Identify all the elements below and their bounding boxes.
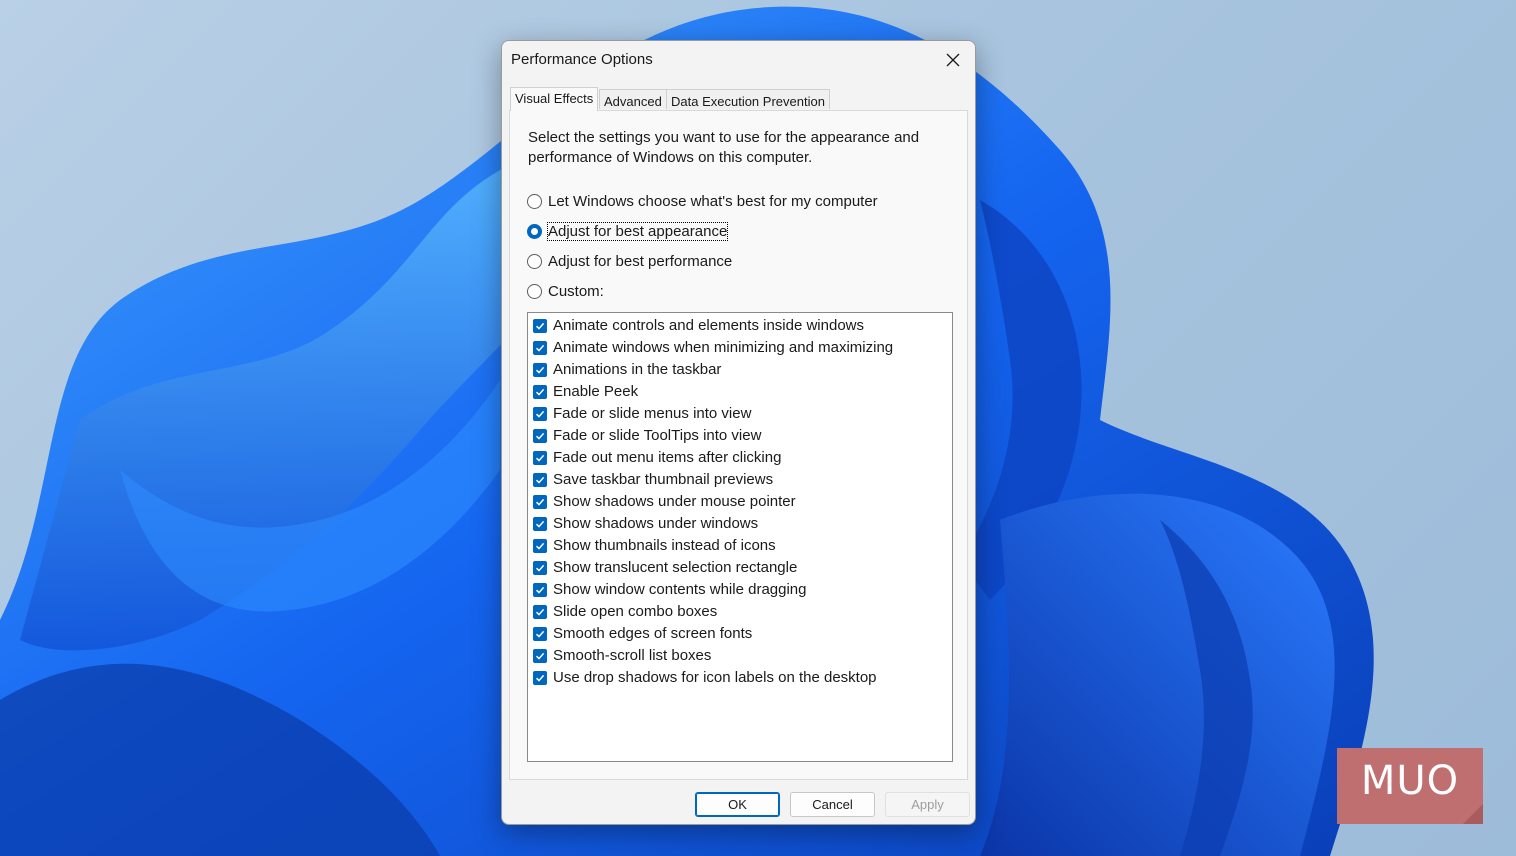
checkbox-label: Show thumbnails instead of icons [553,537,776,554]
checkbox-checked[interactable] [533,385,547,399]
checkbox-label: Animations in the taskbar [553,361,722,378]
checkbox-label: Slide open combo boxes [553,603,718,620]
checkbox-label: Enable Peek [553,383,639,400]
checkbox-checked[interactable] [533,341,547,355]
apply-button[interactable]: Apply [885,792,970,817]
radio-button[interactable] [527,194,542,209]
radio-button[interactable] [527,254,542,269]
description-text: Select the settings you want to use for … [528,129,920,166]
checkbox-checked[interactable] [533,363,547,377]
checkmark-icon [535,388,545,396]
ok-button[interactable]: OK [695,792,780,817]
checkbox-checked[interactable] [533,671,547,685]
list-item[interactable]: Fade or slide menus into view [528,403,952,425]
checkbox-checked[interactable] [533,539,547,553]
list-item[interactable]: Slide open combo boxes [528,601,952,623]
checkbox-checked[interactable] [533,605,547,619]
list-item[interactable]: Smooth edges of screen fonts [528,623,952,645]
close-icon [946,53,960,67]
checkbox-checked[interactable] [533,517,547,531]
list-item[interactable]: Fade or slide ToolTips into view [528,425,952,447]
checkbox-checked[interactable] [533,627,547,641]
tab-data-execution-prevention[interactable]: Data Execution Prevention [666,89,830,109]
radio-button-selected[interactable] [527,224,542,239]
checkbox-label: Show translucent selection rectangle [553,559,798,576]
title-bar[interactable]: Performance Options [502,41,975,79]
checkbox-label: Fade out menu items after clicking [553,449,782,466]
checkbox-label: Show shadows under windows [553,515,759,532]
checkbox-checked[interactable] [533,473,547,487]
list-item[interactable]: Animate windows when minimizing and maxi… [528,337,952,359]
checkbox-checked[interactable] [533,561,547,575]
checkbox-label: Animate controls and elements inside win… [553,317,864,334]
cancel-button[interactable]: Cancel [790,792,875,817]
dialog-title: Performance Options [511,51,653,68]
checkbox-label: Fade or slide ToolTips into view [553,427,762,444]
list-item[interactable]: Show shadows under windows [528,513,952,535]
close-button[interactable] [931,41,975,79]
checkmark-icon [535,498,545,506]
checkmark-icon [535,608,545,616]
list-item[interactable]: Show shadows under mouse pointer [528,491,952,513]
visual-effects-listbox[interactable]: Animate controls and elements inside win… [527,312,953,762]
visual-effects-panel: Select the settings you want to use for … [509,110,968,780]
checkbox-checked[interactable] [533,649,547,663]
checkbox-checked[interactable] [533,319,547,333]
checkmark-icon [535,586,545,594]
checkmark-icon [535,366,545,374]
checkmark-icon [535,344,545,352]
checkbox-checked[interactable] [533,583,547,597]
performance-options-dialog: Performance Options Visual Effects Advan… [501,40,976,825]
checkbox-label: Save taskbar thumbnail previews [553,471,774,488]
muo-watermark-logo: MUO [1337,748,1483,824]
radio-label: Adjust for best performance [548,253,733,270]
list-item[interactable]: Enable Peek [528,381,952,403]
radio-label: Let Windows choose what's best for my co… [548,193,878,210]
radio-label: Custom: [548,283,604,300]
checkmark-icon [535,630,545,638]
checkbox-label: Smooth edges of screen fonts [553,625,753,642]
checkmark-icon [535,652,545,660]
checkbox-checked[interactable] [533,429,547,443]
checkmark-icon [535,542,545,550]
list-item[interactable]: Show translucent selection rectangle [528,557,952,579]
checkbox-checked[interactable] [533,451,547,465]
checkmark-icon [535,476,545,484]
checkmark-icon [535,674,545,682]
list-item[interactable]: Save taskbar thumbnail previews [528,469,952,491]
list-item[interactable]: Animate controls and elements inside win… [528,315,952,337]
checkmark-icon [535,564,545,572]
list-item[interactable]: Show thumbnails instead of icons [528,535,952,557]
checkmark-icon [535,410,545,418]
checkmark-icon [535,520,545,528]
tab-visual-effects[interactable]: Visual Effects [510,87,599,111]
checkbox-label: Show window contents while dragging [553,581,807,598]
checkmark-icon [535,454,545,462]
tab-advanced[interactable]: Advanced [599,89,667,109]
checkbox-label: Fade or slide menus into view [553,405,752,422]
checkmark-icon [535,322,545,330]
radio-label: Adjust for best appearance [546,222,729,241]
checkbox-checked[interactable] [533,495,547,509]
logo-text: MUO [1360,758,1460,804]
checkbox-label: Show shadows under mouse pointer [553,493,796,510]
checkbox-label: Smooth-scroll list boxes [553,647,712,664]
checkbox-checked[interactable] [533,407,547,421]
list-item[interactable]: Animations in the taskbar [528,359,952,381]
list-item[interactable]: Fade out menu items after clicking [528,447,952,469]
radio-button[interactable] [527,284,542,299]
list-item[interactable]: Smooth-scroll list boxes [528,645,952,667]
checkbox-label: Use drop shadows for icon labels on the … [553,669,877,686]
checkmark-icon [535,432,545,440]
list-item[interactable]: Use drop shadows for icon labels on the … [528,667,952,689]
checkbox-label: Animate windows when minimizing and maxi… [553,339,894,356]
list-item[interactable]: Show window contents while dragging [528,579,952,601]
